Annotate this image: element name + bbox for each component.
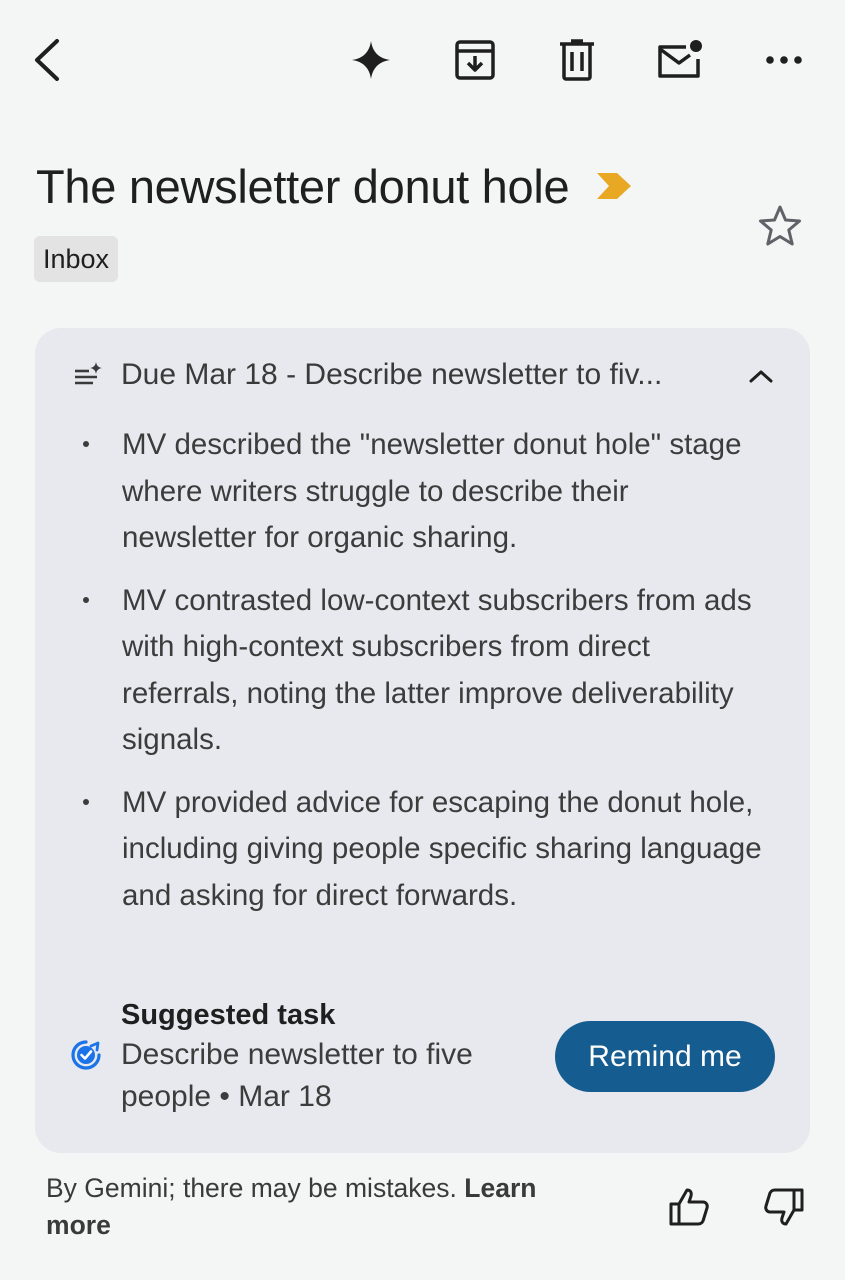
gemini-disclaimer: By Gemini; there may be mistakes. Learn … bbox=[46, 1170, 606, 1244]
email-subject: The newsletter donut hole bbox=[36, 160, 570, 213]
task-heading: Suggested task bbox=[121, 999, 336, 1031]
bullet-dot bbox=[83, 441, 89, 447]
inbox-label-chip[interactable]: Inbox bbox=[34, 236, 119, 282]
suggested-task: Suggested task Describe newsletter to fi… bbox=[35, 996, 810, 1126]
chevron-up-icon[interactable] bbox=[743, 358, 779, 394]
top-toolbar bbox=[0, 0, 845, 120]
star-icon[interactable] bbox=[752, 198, 808, 254]
bullet-text: MV contrasted low-context subscribers fr… bbox=[122, 583, 752, 757]
disclaimer-text: By Gemini; there may be mistakes. bbox=[46, 1173, 457, 1203]
summary-header[interactable]: Due Mar 18 - Describe newsletter to fiv.… bbox=[35, 350, 810, 400]
summary-bullet: MV described the "newsletter donut hole"… bbox=[35, 422, 810, 562]
thumbs-up-icon[interactable] bbox=[664, 1182, 714, 1232]
summary-bullet: MV provided advice for escaping the donu… bbox=[35, 780, 810, 920]
thumbs-down-icon[interactable] bbox=[759, 1182, 809, 1232]
summary-sparkle-icon bbox=[73, 362, 103, 393]
bullet-text: MV described the "newsletter donut hole"… bbox=[122, 428, 742, 554]
gemini-summary-card: Due Mar 18 - Describe newsletter to fiv.… bbox=[35, 328, 810, 1153]
bullet-dot bbox=[83, 596, 89, 603]
delete-icon[interactable] bbox=[547, 30, 607, 90]
archive-icon[interactable] bbox=[445, 30, 505, 90]
back-icon[interactable] bbox=[18, 30, 78, 90]
mark-unread-icon[interactable] bbox=[650, 30, 710, 90]
bullet-dot bbox=[83, 798, 89, 805]
gemini-sparkle-icon[interactable] bbox=[341, 30, 401, 90]
subject-row: The newsletter donut hole bbox=[36, 158, 736, 216]
task-check-icon bbox=[71, 1040, 101, 1075]
summary-bullet: MV contrasted low-context subscribers fr… bbox=[35, 578, 810, 764]
importance-marker-icon[interactable] bbox=[595, 171, 633, 206]
bullet-text: MV provided advice for escaping the donu… bbox=[122, 785, 762, 912]
task-description: Describe newsletter to five people • Mar… bbox=[121, 1038, 473, 1113]
more-icon[interactable] bbox=[754, 30, 814, 90]
remind-me-button[interactable]: Remind me bbox=[555, 1021, 775, 1092]
summary-bullets: MV described the "newsletter donut hole"… bbox=[35, 422, 810, 935]
summary-title: Due Mar 18 - Describe newsletter to fiv.… bbox=[121, 358, 663, 391]
